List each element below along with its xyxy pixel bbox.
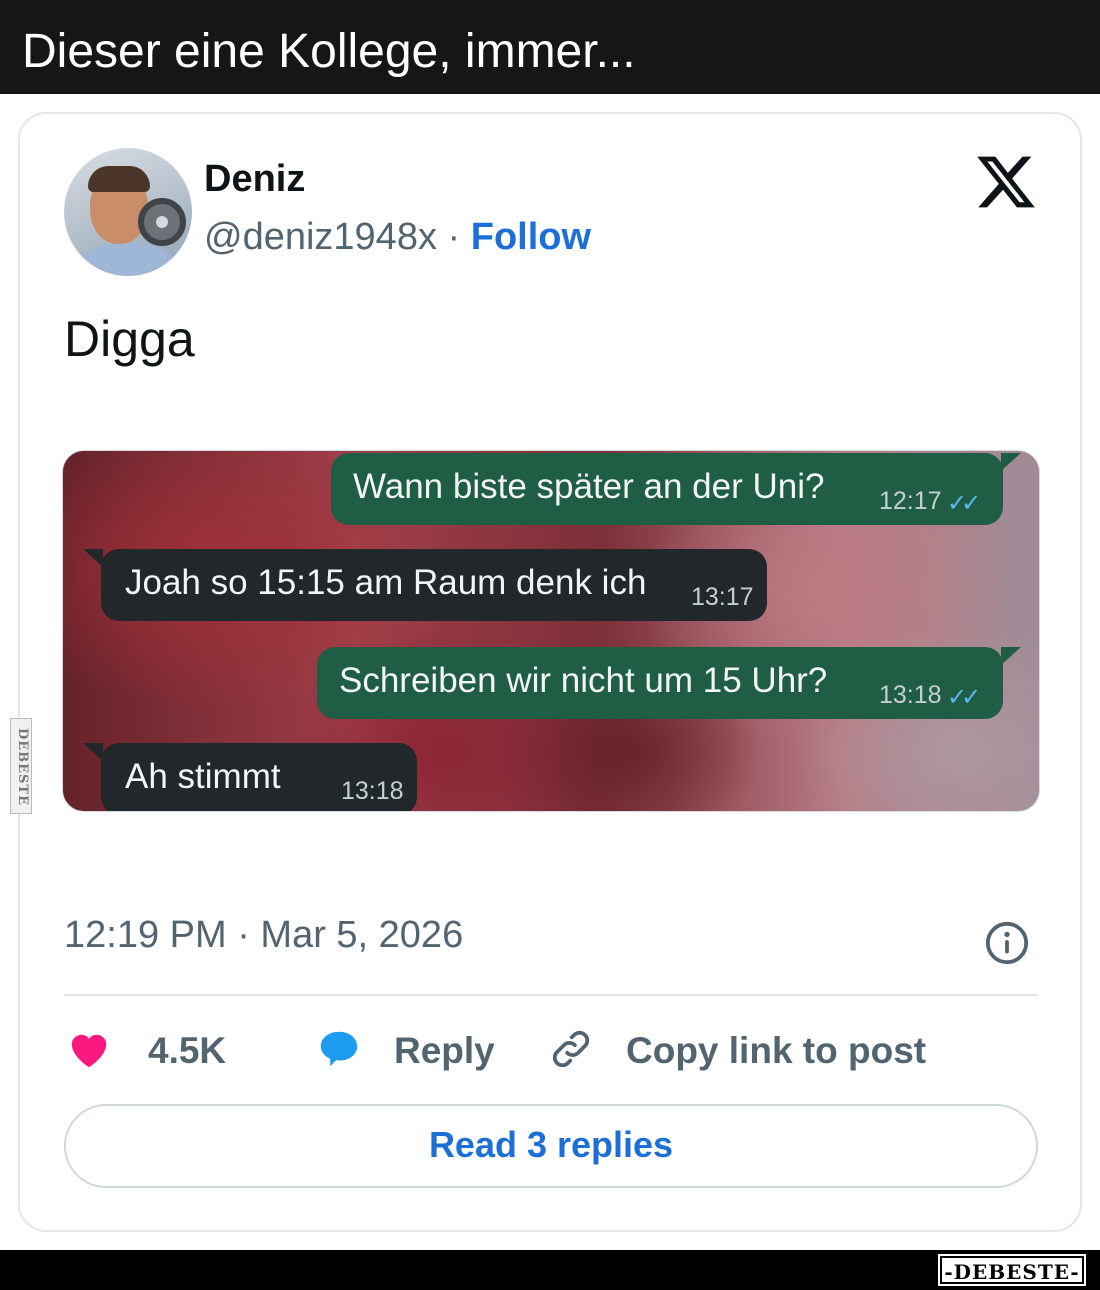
like-count: 4.5K xyxy=(148,1030,227,1071)
read-replies-button[interactable]: Read 3 replies xyxy=(64,1104,1038,1188)
read-replies-label: Read 3 replies xyxy=(428,1124,674,1165)
chat-bubble-incoming: Ah stimmt 13:18 xyxy=(101,743,417,811)
speech-bubble-icon xyxy=(320,1031,358,1067)
author-handle[interactable]: @deniz1948x xyxy=(204,216,437,258)
follow-link[interactable]: Follow xyxy=(471,216,591,258)
heart-icon xyxy=(71,1034,107,1068)
copy-link-label: Copy link to post xyxy=(626,1030,927,1071)
footer-bar: -DEBESTE- xyxy=(0,1250,1100,1290)
author-meta: @deniz1948x · Follow xyxy=(204,216,591,259)
chat-message: Ah stimmt xyxy=(125,757,281,796)
debeste-logo: -DEBESTE- xyxy=(938,1254,1086,1286)
caption-text: Dieser eine Kollege, immer... xyxy=(22,25,636,78)
reply-label: Reply xyxy=(394,1030,495,1071)
tweet-card: Deniz @deniz1948x · Follow Digga Wann bi… xyxy=(18,112,1082,1232)
read-ticks-icon: ✓✓ xyxy=(947,684,981,711)
page: Deniz @deniz1948x · Follow Digga Wann bi… xyxy=(0,94,1100,1250)
info-icon[interactable] xyxy=(984,920,1030,966)
chat-time: 13:18 xyxy=(341,777,404,805)
chat-time: 13:18 xyxy=(879,681,942,709)
post-timestamp[interactable]: 12:19 PM · Mar 5, 2026 xyxy=(64,914,463,957)
side-watermark-text: DEBESTE xyxy=(15,727,30,807)
chat-message: Schreiben wir nicht um 15 Uhr? xyxy=(339,661,828,700)
avatar[interactable] xyxy=(64,148,192,276)
chat-message: Wann biste später an der Uni? xyxy=(353,467,825,506)
side-watermark: DEBESTE xyxy=(10,718,32,814)
read-ticks-icon: ✓✓ xyxy=(947,490,981,517)
action-bar: 4.5K Reply Copy link to post xyxy=(64,1014,1038,1084)
meta-separator: · xyxy=(447,216,461,258)
chat-bubble-outgoing: Schreiben wir nicht um 15 Uhr? 13:18 ✓✓ xyxy=(317,647,1003,719)
caption-bar: Dieser eine Kollege, immer... xyxy=(0,0,1100,94)
chat-bubble-incoming: Joah so 15:15 am Raum denk ich 13:17 xyxy=(101,549,767,621)
tweet-text: Digga xyxy=(64,311,195,367)
reply-button[interactable]: Reply xyxy=(314,1024,495,1074)
chat-message: Joah so 15:15 am Raum denk ich xyxy=(125,563,647,602)
chat-bubble-outgoing: Wann biste später an der Uni? 12:17 ✓✓ xyxy=(331,453,1003,525)
chat-time: 13:17 xyxy=(691,583,754,611)
copy-link-button[interactable]: Copy link to post xyxy=(546,1024,966,1074)
link-icon xyxy=(552,1030,590,1068)
tweet-media-image[interactable]: Wann biste später an der Uni? 12:17 ✓✓ J… xyxy=(62,450,1040,812)
logo-text: -DEBESTE- xyxy=(944,1260,1080,1284)
divider xyxy=(64,994,1038,996)
chat-time: 12:17 xyxy=(879,487,942,515)
like-button[interactable]: 4.5K xyxy=(64,1024,264,1074)
author-name[interactable]: Deniz xyxy=(204,158,305,201)
x-logo-icon[interactable] xyxy=(974,150,1038,214)
